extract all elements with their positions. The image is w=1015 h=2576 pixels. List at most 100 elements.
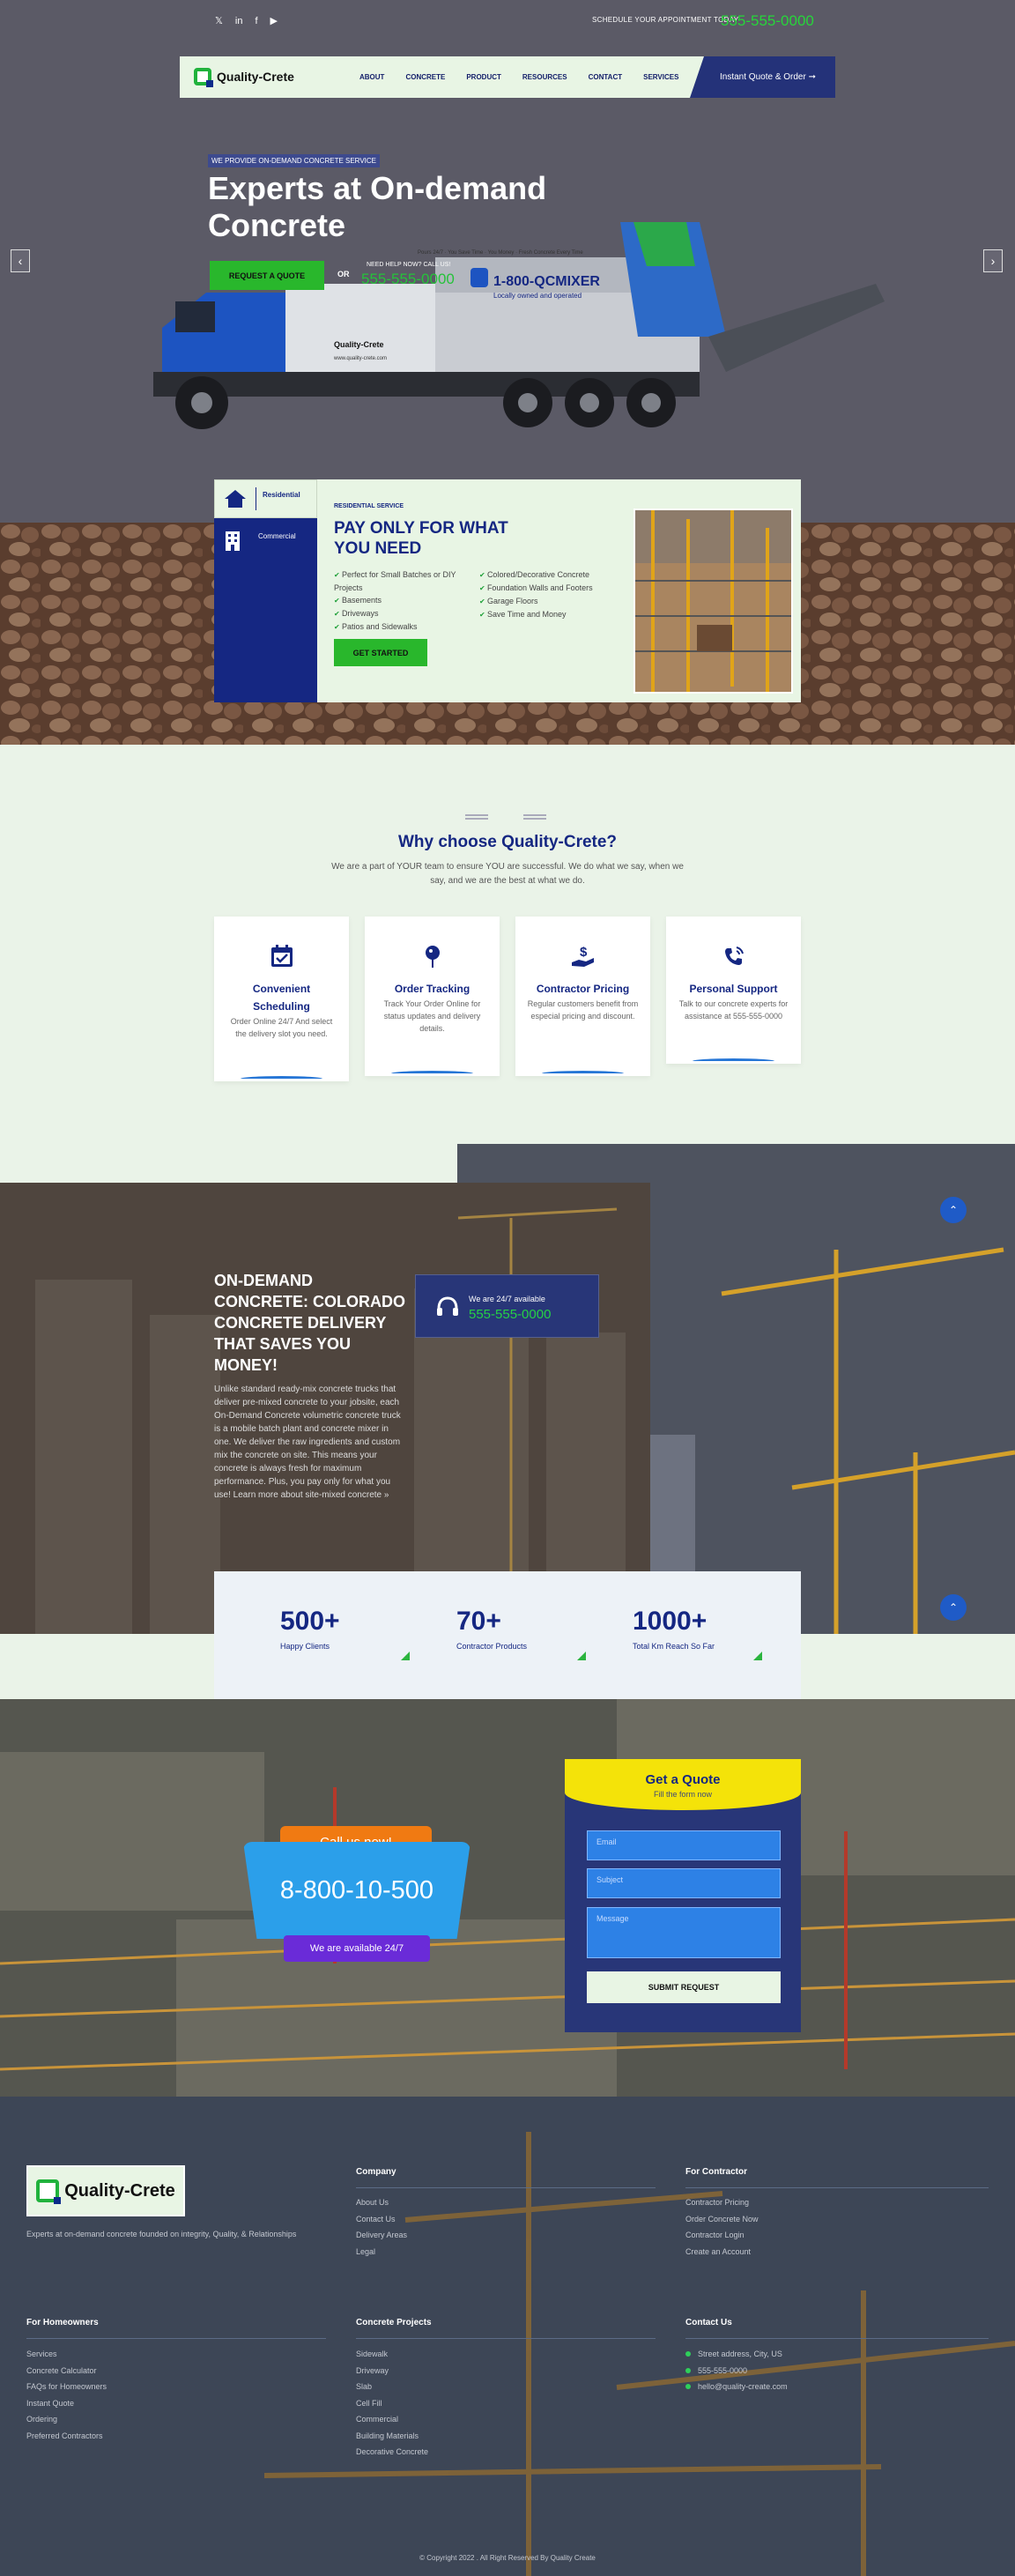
slider-prev-button[interactable]: ‹ xyxy=(11,249,30,272)
contact-email-text: hello@quality-create.com xyxy=(698,2382,788,2391)
footer-link[interactable]: Concrete Calculator xyxy=(26,2363,107,2379)
card-accent xyxy=(391,1071,473,1076)
email-field[interactable]: Email xyxy=(587,1830,781,1860)
footer-link[interactable]: Order Concrete Now xyxy=(685,2211,759,2228)
submit-request-button[interactable]: SUBMIT REQUEST xyxy=(587,1971,781,2003)
footer-link[interactable]: Create an Account xyxy=(685,2244,759,2260)
nav-link-resources[interactable]: RESOURCES xyxy=(522,73,567,81)
nav-link-services[interactable]: SERVICES xyxy=(643,73,678,81)
footer-logo[interactable]: Quality-Crete xyxy=(26,2165,185,2216)
list-item: Perfect for Small Batches or DIY Project… xyxy=(334,568,479,594)
why-subtitle: We are a part of YOUR team to ensure YOU… xyxy=(331,862,684,886)
phone-icon xyxy=(685,2367,691,2373)
svg-text:$: $ xyxy=(580,945,588,960)
stat-label: Contractor Products xyxy=(456,1642,528,1651)
subject-field[interactable]: Subject xyxy=(587,1868,781,1898)
phone-call-icon xyxy=(724,947,744,965)
footer-divider xyxy=(26,2338,326,2339)
nav-link-concrete[interactable]: CONCRETE xyxy=(405,73,445,81)
ondemand-title: ON-DEMAND CONCRETE: COLORADO CONCRETE DE… xyxy=(214,1272,405,1374)
logo-text: Quality-Crete xyxy=(217,70,294,84)
nav-link-about[interactable]: ABOUT xyxy=(359,73,384,81)
card-title: Convenient Scheduling xyxy=(252,983,311,1013)
footer-link[interactable]: Commercial xyxy=(356,2411,428,2428)
availability-phone[interactable]: 555-555-0000 xyxy=(469,1307,551,1322)
map-pin-icon xyxy=(425,946,440,968)
message-field[interactable]: Message xyxy=(587,1907,781,1958)
slider-next-button[interactable]: › xyxy=(983,249,1003,272)
contact-address: Street address, City, US xyxy=(685,2346,788,2363)
footer-link[interactable]: Contractor Pricing xyxy=(685,2194,759,2211)
decor-line-left xyxy=(465,814,488,820)
footer-link[interactable]: Services xyxy=(26,2346,107,2363)
footer-link[interactable]: Instant Quote xyxy=(26,2395,107,2412)
truck-phone-text: 1-800-QCMIXER xyxy=(493,274,600,289)
instant-quote-button[interactable]: Instant Quote & Order ➞ xyxy=(690,56,835,98)
footer-link[interactable]: Cell Fill xyxy=(356,2395,428,2412)
card-desc: Track Your Order Online for status updat… xyxy=(383,999,481,1033)
construction-site-background xyxy=(0,1699,1015,2097)
list-item: Patios and Sidewalks xyxy=(334,620,479,634)
corner-accent-icon xyxy=(401,1652,410,1660)
hero-phone[interactable]: 555-555-0000 xyxy=(361,271,455,288)
list-item: Save Time and Money xyxy=(479,608,625,621)
stat-reach: 1000+ Total Km Reach So Far xyxy=(633,1607,715,1651)
footer-description: Experts at on-demand concrete founded on… xyxy=(26,2230,297,2238)
twitter-icon[interactable]: 𝕏 xyxy=(215,16,223,26)
linkedin-icon[interactable]: in xyxy=(235,16,243,26)
list-item: Driveways xyxy=(334,607,479,620)
footer-link[interactable]: Preferred Contractors xyxy=(26,2428,107,2445)
footer-link[interactable]: Delivery Areas xyxy=(356,2227,407,2244)
location-icon xyxy=(685,2351,691,2357)
nav-link-product[interactable]: PRODUCT xyxy=(466,73,501,81)
footer-heading-homeowners: For Homeowners xyxy=(26,2318,99,2327)
truck-brand-text: Quality-Crete xyxy=(334,340,384,349)
footer-link[interactable]: About Us xyxy=(356,2194,407,2211)
construction-scene xyxy=(635,510,791,692)
chevron-up-icon: ⌃ xyxy=(948,1601,959,1614)
call-number[interactable]: 8-800-10-500 xyxy=(243,1842,470,1939)
footer-homeowner-links: Services Concrete Calculator FAQs for Ho… xyxy=(26,2346,107,2444)
chevron-right-icon: › xyxy=(990,254,996,268)
facebook-icon[interactable]: f xyxy=(255,16,257,26)
footer-link[interactable]: Legal xyxy=(356,2244,407,2260)
contact-email[interactable]: hello@quality-create.com xyxy=(685,2379,788,2395)
topbar-phone[interactable]: 555-555-0000 xyxy=(721,12,814,30)
contact-phone[interactable]: 555-555-0000 xyxy=(685,2363,788,2379)
get-started-button[interactable]: GET STARTED xyxy=(334,639,427,666)
footer-link[interactable]: Sidewalk xyxy=(356,2346,428,2363)
hero-title: Experts at On-demand Concrete xyxy=(208,170,547,243)
stat-number: 70+ xyxy=(456,1607,501,1636)
service-features-left: Perfect for Small Batches or DIY Project… xyxy=(334,568,479,634)
email-icon xyxy=(685,2384,691,2390)
scroll-up-button[interactable]: ⌃ xyxy=(940,1197,967,1223)
footer-link[interactable]: Decorative Concrete xyxy=(356,2444,428,2461)
quote-form: Get a Quote Fill the form now Email Subj… xyxy=(565,1759,801,2032)
site-logo[interactable]: Quality-Crete xyxy=(194,68,294,87)
card-accent xyxy=(241,1076,322,1081)
footer-link[interactable]: Contact Us xyxy=(356,2211,407,2228)
list-item: Basements xyxy=(334,594,479,607)
list-item: Colored/Decorative Concrete xyxy=(479,568,625,582)
youtube-icon[interactable]: ▶ xyxy=(270,16,278,26)
footer-link[interactable]: Ordering xyxy=(26,2411,107,2428)
footer-link[interactable]: Building Materials xyxy=(356,2428,428,2445)
footer-link[interactable]: Driveway xyxy=(356,2363,428,2379)
footer-link[interactable]: Slab xyxy=(356,2379,428,2395)
contact-address-text: Street address, City, US xyxy=(698,2350,782,2358)
card-accent xyxy=(542,1071,624,1076)
footer-link[interactable]: FAQs for Homeowners xyxy=(26,2379,107,2395)
hand-dollar-icon: $ xyxy=(571,945,594,967)
footer-divider xyxy=(685,2187,989,2188)
back-to-top-button[interactable]: ⌃ xyxy=(940,1594,967,1621)
nav-link-contact[interactable]: CONTACT xyxy=(589,73,623,81)
stat-products: 70+ Contractor Products xyxy=(456,1607,527,1651)
card-accent xyxy=(693,1058,774,1064)
request-quote-button[interactable]: REQUEST A QUOTE xyxy=(210,261,324,290)
footer-link[interactable]: Contractor Login xyxy=(685,2227,759,2244)
tab-commercial-label: Commercial xyxy=(258,532,296,540)
tab-commercial[interactable]: Commercial xyxy=(214,479,317,568)
list-item: Garage Floors xyxy=(479,595,625,608)
feature-card-pricing: $ Contractor Pricing Regular customers b… xyxy=(515,917,650,1076)
card-desc: Order Online 24/7 And select the deliver… xyxy=(230,1017,333,1038)
